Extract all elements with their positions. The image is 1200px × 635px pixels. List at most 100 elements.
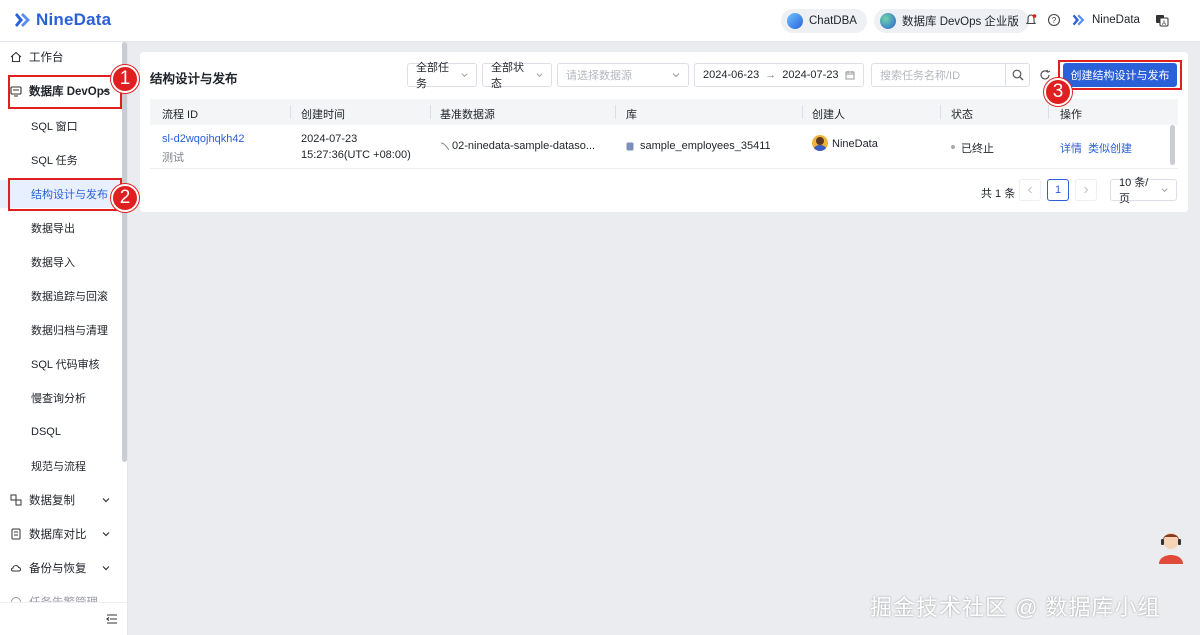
sidebar: 工作台 数据库 DevOps SQL 窗口 SQL 任务 结构设计与发布 数据导… [0, 42, 128, 635]
sidebar-item-label: 数据追踪与回滚 [31, 291, 108, 303]
globe-icon [880, 13, 896, 29]
chevron-left-icon [1027, 186, 1032, 194]
chevron-down-icon [461, 73, 468, 77]
chevron-down-icon [102, 498, 110, 503]
top-header: NineData ChatDBA 数据库 DevOps 企业版 ? NineDa… [0, 0, 1200, 42]
created-time: 15:27:36(UTC +08:00) [301, 149, 411, 161]
date-range-picker[interactable]: 2024-06-23 → 2024-07-23 [694, 63, 864, 87]
sidebar-item-backup[interactable]: 备份与恢复 [0, 553, 120, 583]
sidebar-scrollbar[interactable] [122, 42, 127, 462]
database-name: sample_employees_35411 [640, 140, 771, 152]
chevron-down-icon [672, 73, 680, 78]
replication-icon [10, 494, 22, 506]
database-icon [626, 142, 634, 151]
sidebar-item-compare[interactable]: 数据库对比 [0, 519, 120, 549]
column-divider [430, 105, 431, 119]
sidebar-item-label: DSQL [31, 426, 61, 438]
column-header: 操作 [1060, 109, 1082, 121]
sidebar-subitem-data-export[interactable]: 数据导出 [0, 214, 120, 242]
column-divider [940, 105, 941, 119]
help-icon[interactable]: ? [1047, 13, 1061, 27]
sidebar-item-label: SQL 窗口 [31, 121, 78, 133]
page-title: 结构设计与发布 [150, 72, 238, 86]
page-size-select[interactable]: 10 条/页 [1110, 177, 1177, 205]
page-size-value: 10 条/页 [1119, 177, 1149, 205]
prev-page-button[interactable] [1019, 179, 1041, 201]
sidebar-subitem-data-import[interactable]: 数据导入 [0, 248, 120, 276]
annotation-box-3 [1058, 60, 1182, 90]
column-divider [1048, 105, 1049, 119]
assistant-avatar-icon[interactable] [1157, 530, 1185, 564]
date-arrow: → [765, 69, 777, 81]
brand-logo[interactable]: NineData [14, 10, 111, 30]
search-icon [1012, 69, 1023, 81]
next-page-button[interactable] [1075, 179, 1097, 201]
sidebar-subitem-data-archive[interactable]: 数据归档与清理 [0, 316, 120, 344]
sidebar-subitem-standards[interactable]: 规范与流程 [0, 452, 120, 480]
status-text: 已终止 [961, 143, 994, 155]
date-end: 2024-07-23 [782, 69, 839, 81]
edition-switch-button[interactable]: 数据库 DevOps 企业版 [874, 9, 1029, 33]
sidebar-item-label: 数据导出 [31, 223, 75, 235]
collapse-menu-icon [106, 614, 117, 624]
chevron-down-icon [536, 73, 543, 77]
sidebar-item-replication[interactable]: 数据复制 [0, 485, 120, 515]
sidebar-subitem-sql-window[interactable]: SQL 窗口 [0, 112, 120, 140]
datasource-select[interactable]: 请选择数据源 [557, 63, 689, 87]
column-header: 创建人 [812, 109, 845, 121]
clone-create-link[interactable]: 类似创建 [1088, 140, 1132, 156]
chevron-right-icon [1084, 186, 1089, 194]
table-scrollbar[interactable] [1170, 125, 1175, 165]
creator-avatar [812, 135, 828, 151]
sidebar-item-label: SQL 任务 [31, 155, 78, 167]
flow-id-link[interactable]: sl-d2wqojhqkh42 [162, 133, 245, 145]
user-menu[interactable]: NineData [1072, 13, 1140, 27]
ai-icon [787, 13, 803, 29]
sidebar-subitem-data-tracking[interactable]: 数据追踪与回滚 [0, 282, 120, 310]
sidebar-item-label: 慢查询分析 [31, 393, 86, 405]
sidebar-item-label: SQL 代码审核 [31, 359, 100, 371]
column-divider [615, 105, 616, 119]
language-icon[interactable]: A [1155, 13, 1169, 27]
detail-link[interactable]: 详情 [1060, 140, 1082, 156]
date-start: 2024-06-23 [703, 69, 760, 81]
bell-icon[interactable] [1024, 13, 1038, 27]
task-filter-select[interactable]: 全部任务 [407, 62, 477, 90]
sidebar-item-workbench[interactable]: 工作台 [0, 42, 120, 72]
column-divider [290, 105, 291, 119]
annotation-badge-3: 3 [1044, 78, 1072, 106]
page-number-button[interactable]: 1 [1047, 179, 1069, 201]
sidebar-collapse-button[interactable] [0, 602, 127, 635]
svg-text:A: A [1162, 21, 1166, 27]
column-header: 状态 [951, 109, 973, 121]
pagination-total: 共 1 条 [981, 188, 1016, 200]
annotation-box-1 [8, 75, 122, 109]
ninedata-logo-icon [15, 13, 30, 27]
search-button[interactable] [1005, 63, 1029, 87]
mysql-icon [440, 142, 450, 151]
column-header: 库 [626, 109, 637, 121]
chevron-down-icon [102, 566, 110, 571]
sidebar-subitem-sql-audit[interactable]: SQL 代码审核 [0, 350, 120, 378]
status-filter-value: 全部状态 [491, 62, 524, 90]
sidebar-subitem-slow-query[interactable]: 慢查询分析 [0, 384, 120, 412]
calendar-icon [845, 71, 855, 80]
column-header: 流程 ID [162, 109, 199, 121]
table-header: 流程 ID 创建时间 基准数据源 库 创建人 状态 操作 [150, 99, 1178, 125]
compare-icon [11, 528, 21, 540]
sidebar-subitem-sql-task[interactable]: SQL 任务 [0, 146, 120, 174]
edition-label: 数据库 DevOps 企业版 [902, 16, 1019, 28]
sidebar-subitem-dsql[interactable]: DSQL [0, 418, 120, 446]
column-header: 基准数据源 [440, 109, 495, 121]
chatdba-button[interactable]: ChatDBA [781, 9, 867, 33]
status-filter-select[interactable]: 全部状态 [482, 62, 552, 90]
table-row: sl-d2wqojhqkh42 测试 2024-07-23 15:27:36(U… [150, 125, 1178, 169]
datasource-placeholder: 请选择数据源 [566, 70, 632, 82]
sidebar-item-label: 数据库对比 [29, 529, 87, 541]
watermark-text: 掘金技术社区 @ 数据库小组 [870, 595, 1161, 620]
base-datasource: 02-ninedata-sample-dataso... [452, 140, 596, 152]
column-divider [802, 105, 803, 119]
chatdba-label: ChatDBA [809, 15, 857, 27]
sidebar-item-label: 备份与恢复 [29, 563, 87, 575]
annotation-badge-1: 1 [111, 65, 139, 93]
